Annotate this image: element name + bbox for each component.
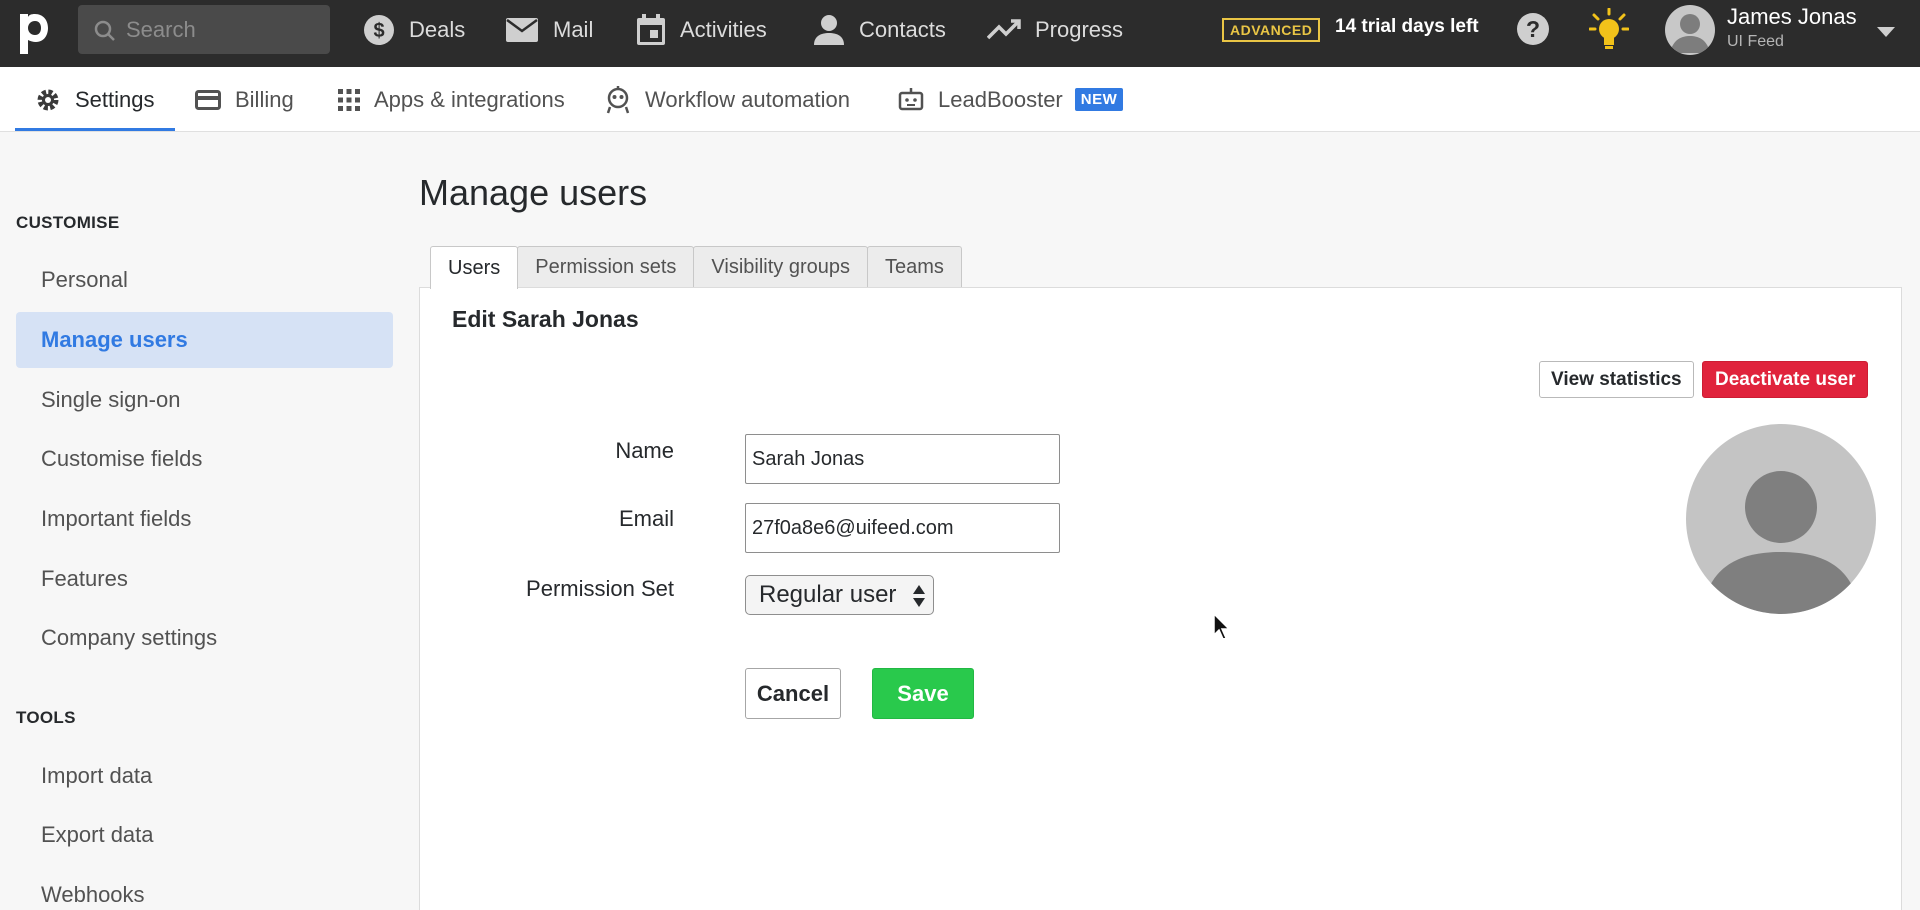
svg-text:$: $ — [373, 20, 384, 42]
settings-subnav: Settings Billing Apps & integrations Wor… — [0, 67, 1920, 132]
nav-mail[interactable]: Mail — [505, 12, 593, 48]
user-avatar[interactable] — [1665, 5, 1715, 55]
subtab-apps-label: Apps & integrations — [374, 86, 565, 112]
cancel-button[interactable]: Cancel — [745, 668, 841, 719]
person-icon — [814, 15, 844, 45]
dollar-icon: $ — [364, 15, 394, 45]
sidebar-item-company-settings[interactable]: Company settings — [16, 610, 393, 666]
subtab-billing[interactable]: Billing — [195, 67, 294, 132]
subtab-settings-label: Settings — [75, 86, 155, 112]
user-avatar-large[interactable] — [1686, 424, 1876, 614]
tab-teams[interactable]: Teams — [866, 246, 962, 288]
subtab-settings[interactable]: Settings — [35, 67, 155, 132]
edit-user-panel: Edit Sarah Jonas View statistics Deactiv… — [419, 287, 1902, 910]
user-company[interactable]: UI Feed — [1727, 33, 1784, 51]
page-title: Manage users — [419, 172, 648, 213]
nav-progress-label: Progress — [1035, 17, 1124, 42]
new-badge: NEW — [1074, 88, 1124, 111]
view-statistics-button[interactable]: View statistics — [1539, 361, 1694, 398]
trial-days-text[interactable]: 14 trial days left — [1335, 16, 1479, 38]
permission-set-value: Regular user — [759, 581, 897, 608]
nav-progress[interactable]: Progress — [987, 12, 1123, 48]
lightbulb-icon[interactable] — [1588, 7, 1630, 55]
subtab-billing-label: Billing — [235, 86, 294, 112]
chatbot-icon — [898, 87, 924, 110]
sidebar-item-webhooks[interactable]: Webhooks — [16, 867, 393, 910]
chevron-down-icon[interactable] — [1877, 24, 1895, 42]
permission-set-select[interactable]: Regular user — [745, 575, 934, 615]
robot-icon — [606, 85, 630, 113]
tab-visibility-groups[interactable]: Visibility groups — [693, 246, 868, 288]
plan-badge[interactable]: ADVANCED — [1222, 18, 1321, 42]
manage-users-tabs: Users Permission sets Visibility groups … — [430, 246, 962, 289]
name-label: Name — [615, 438, 674, 463]
grid-icon — [338, 88, 360, 111]
subtab-workflow-automation[interactable]: Workflow automation — [605, 67, 850, 132]
tab-permission-sets[interactable]: Permission sets — [517, 246, 695, 288]
tab-users[interactable]: Users — [430, 246, 519, 289]
panel-title: Edit Sarah Jonas — [452, 306, 639, 332]
search-box[interactable] — [78, 5, 330, 54]
sidebar-heading-customise: CUSTOMISE — [16, 213, 120, 232]
nav-mail-label: Mail — [553, 17, 594, 42]
trend-icon — [987, 19, 1021, 40]
sidebar-item-export-data[interactable]: Export data — [16, 807, 393, 863]
email-label: Email — [618, 506, 674, 531]
sidebar-item-manage-users[interactable]: Manage users — [16, 312, 393, 368]
nav-deals[interactable]: $ Deals — [363, 12, 465, 48]
sidebar-heading-tools: TOOLS — [16, 708, 76, 727]
search-icon — [94, 20, 116, 47]
subtab-leadbooster-label: LeadBooster — [938, 86, 1063, 112]
nav-contacts-label: Contacts — [859, 17, 946, 42]
permission-set-label: Permission Set — [526, 576, 674, 601]
subtab-leadbooster[interactable]: LeadBooster NEW — [898, 67, 1124, 132]
nav-activities-label: Activities — [680, 17, 767, 42]
mail-icon — [506, 18, 538, 42]
card-icon — [195, 89, 221, 110]
gear-icon — [37, 89, 59, 110]
pipedrive-logo[interactable] — [14, 10, 50, 56]
user-name[interactable]: James Jonas — [1727, 4, 1857, 30]
sidebar-item-single-sign-on[interactable]: Single sign-on — [16, 372, 393, 428]
active-tab-underline — [15, 128, 175, 131]
help-icon[interactable]: ? — [1516, 12, 1550, 51]
nav-activities[interactable]: Activities — [636, 12, 767, 48]
save-button[interactable]: Save — [872, 668, 974, 719]
subtab-workflow-label: Workflow automation — [645, 86, 851, 112]
email-input[interactable] — [745, 503, 1060, 553]
select-arrows-icon — [913, 585, 925, 614]
calendar-icon — [637, 14, 665, 45]
sidebar-item-import-data[interactable]: Import data — [16, 748, 393, 804]
nav-contacts[interactable]: Contacts — [813, 12, 946, 48]
sidebar-item-personal[interactable]: Personal — [16, 252, 393, 308]
top-navigation-bar: $ Deals Mail Activities Contacts Progres… — [0, 0, 1920, 67]
name-input[interactable] — [745, 434, 1060, 484]
mouse-cursor-icon — [1213, 612, 1231, 646]
svg-text:?: ? — [1526, 16, 1540, 42]
deactivate-user-button[interactable]: Deactivate user — [1702, 361, 1869, 398]
nav-deals-label: Deals — [409, 17, 466, 42]
search-input[interactable] — [126, 5, 322, 54]
subtab-apps-integrations[interactable]: Apps & integrations — [338, 67, 565, 132]
